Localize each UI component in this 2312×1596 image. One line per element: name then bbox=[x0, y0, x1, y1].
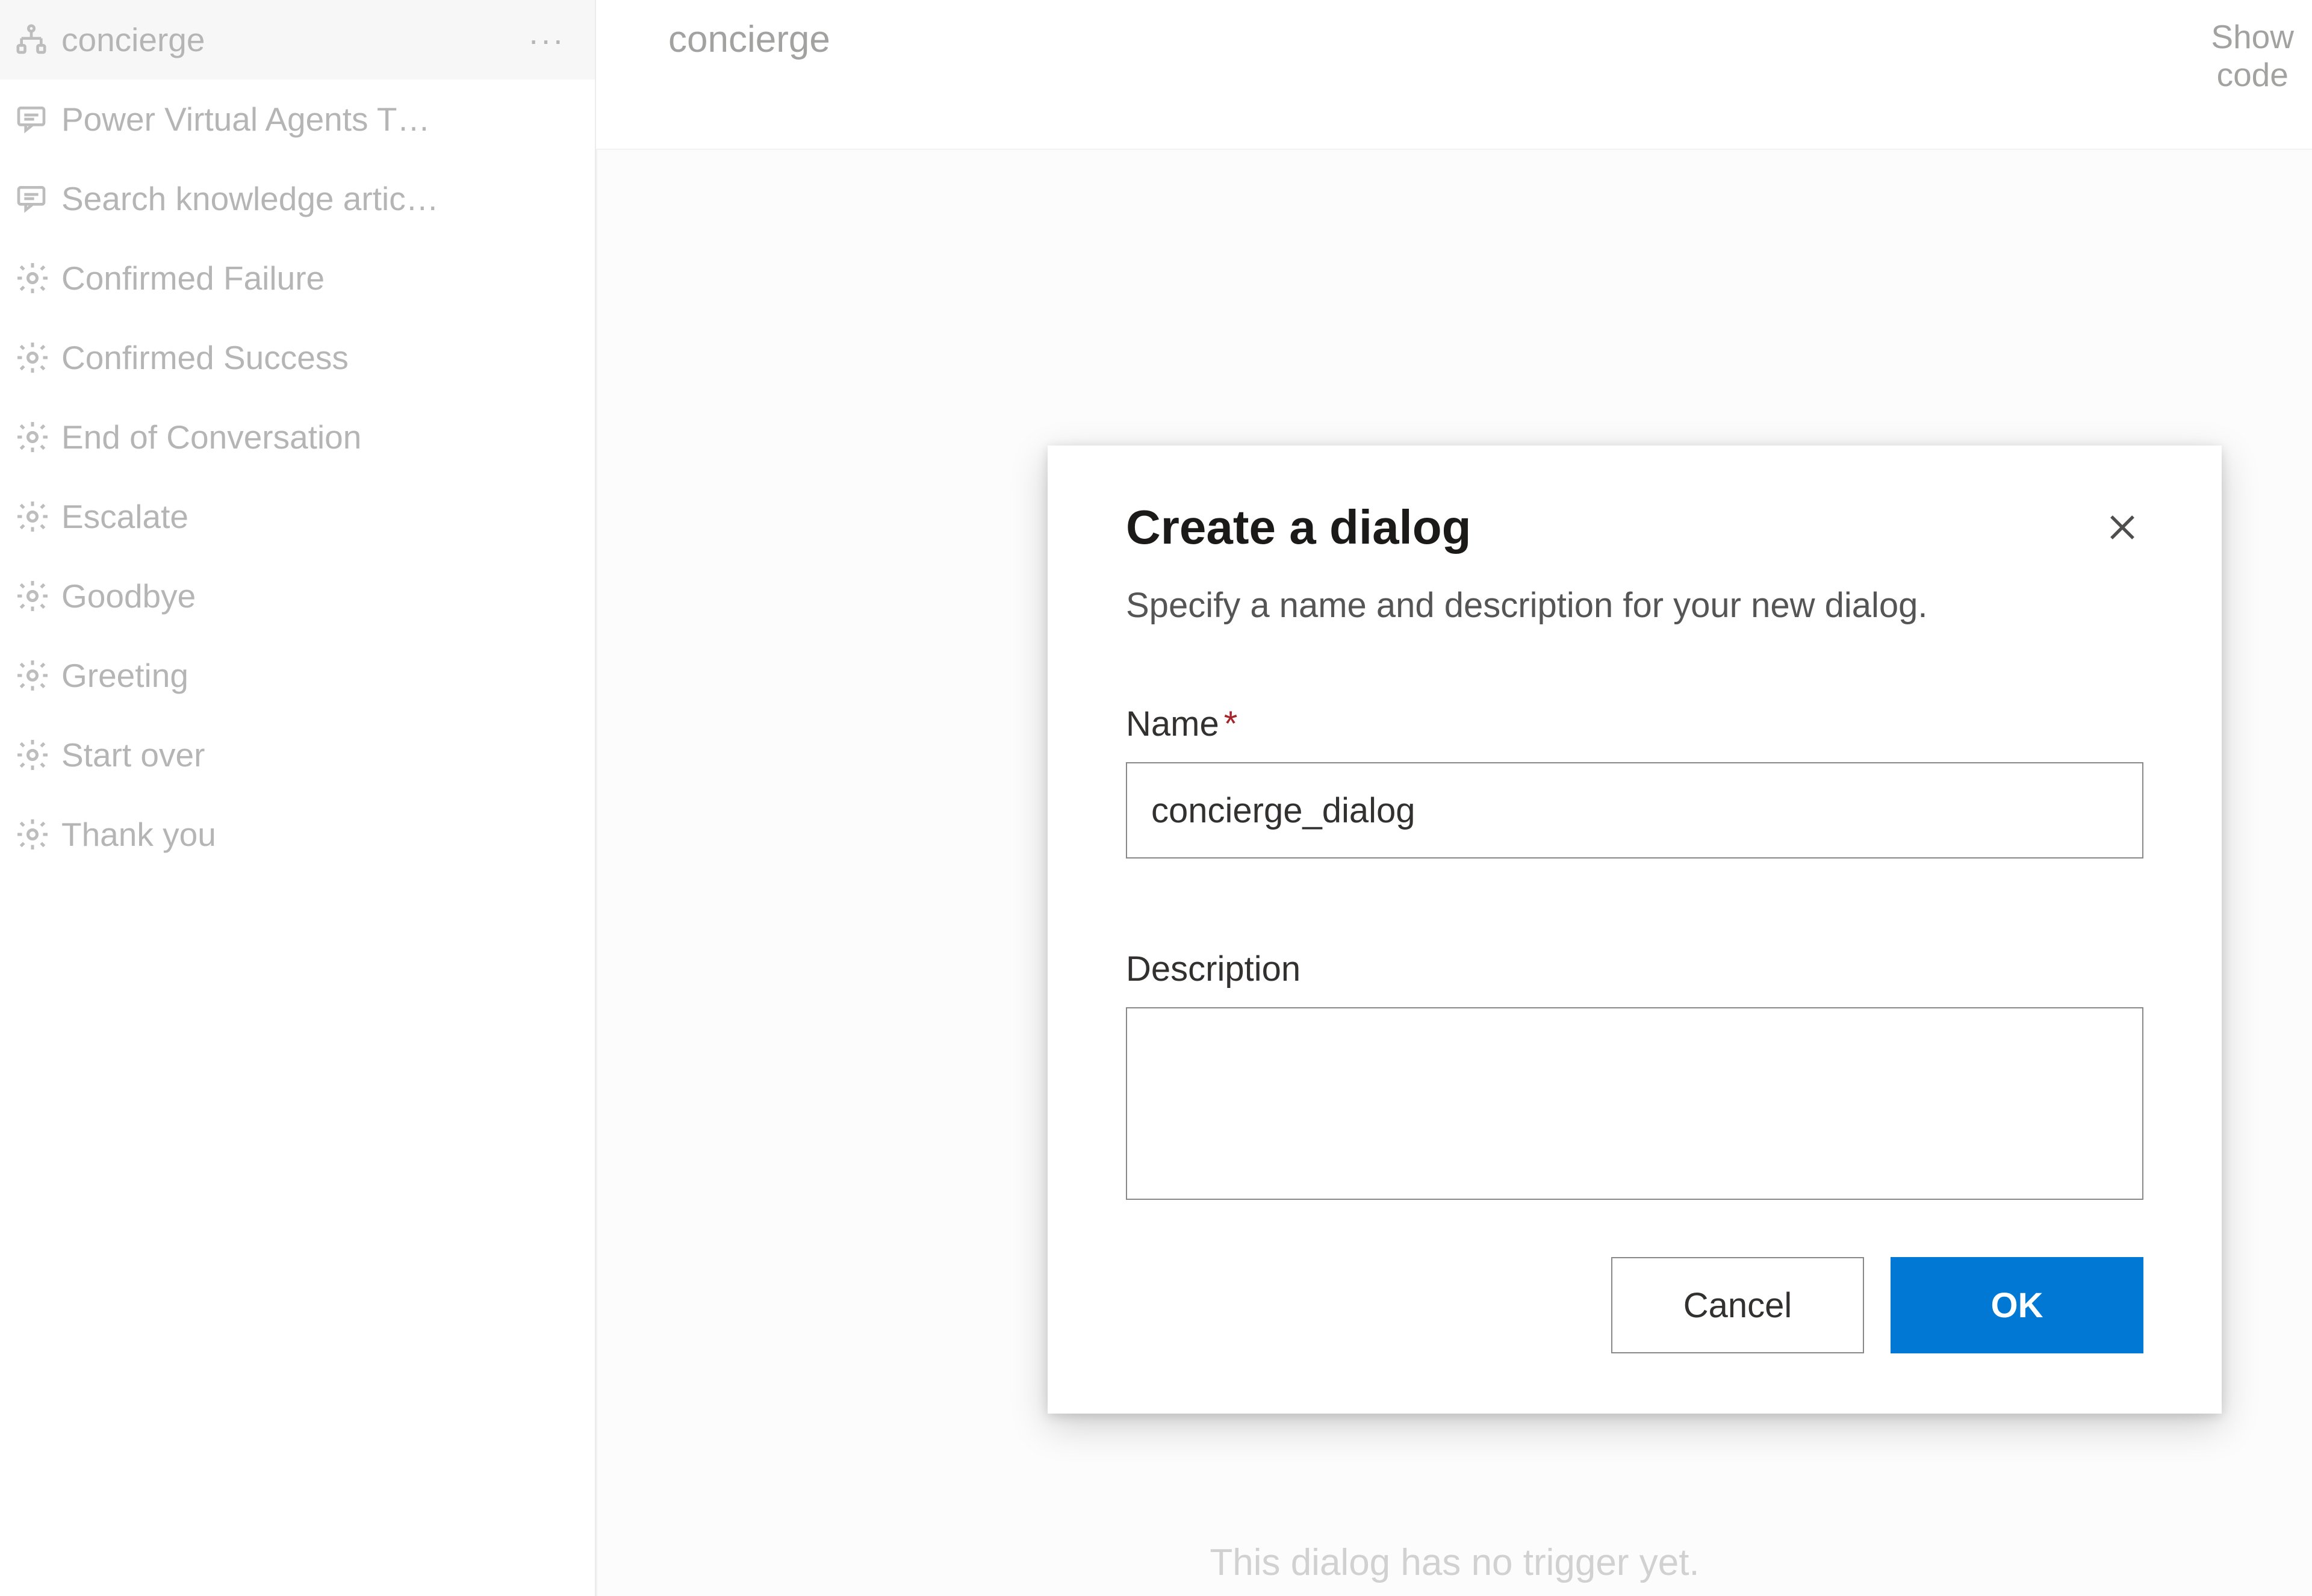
close-icon bbox=[2106, 511, 2139, 544]
ok-button[interactable]: OK bbox=[1891, 1257, 2143, 1353]
description-input[interactable] bbox=[1126, 1007, 2143, 1200]
modal-subtitle: Specify a name and description for your … bbox=[1126, 585, 2143, 626]
name-input[interactable] bbox=[1126, 762, 2143, 859]
required-indicator: * bbox=[1224, 704, 1238, 744]
modal-title: Create a dialog bbox=[1126, 500, 1471, 555]
cancel-button[interactable]: Cancel bbox=[1611, 1257, 1864, 1353]
create-dialog-modal: Create a dialog Specify a name and descr… bbox=[1048, 446, 2222, 1414]
description-label: Description bbox=[1126, 949, 2143, 989]
close-button[interactable] bbox=[2101, 506, 2143, 548]
name-label: Name* bbox=[1126, 704, 2143, 744]
